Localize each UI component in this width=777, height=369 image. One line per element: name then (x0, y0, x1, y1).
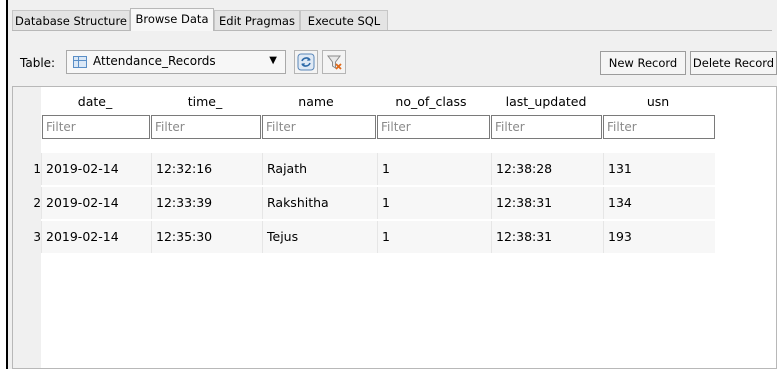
table-cell[interactable]: 2019-02-14 (41, 187, 151, 219)
filter-input-no-of-class[interactable]: Filter (377, 115, 490, 139)
filter-input-date[interactable]: Filter (42, 115, 150, 139)
tab-browse-data[interactable]: Browse Data (130, 8, 214, 31)
table-cell[interactable]: 2019-02-14 (41, 153, 151, 185)
table-cell[interactable]: 12:32:16 (151, 153, 262, 185)
refresh-icon (297, 53, 315, 71)
table-cell[interactable]: 12:38:31 (491, 187, 603, 219)
table-select[interactable]: Attendance_Records ▼ (66, 50, 286, 74)
table-cell[interactable]: 12:38:31 (491, 221, 603, 253)
table-icon (73, 56, 87, 68)
table-cell[interactable]: 193 (603, 221, 715, 253)
table-cell[interactable]: 131 (603, 153, 715, 185)
table-cell[interactable]: 1 (377, 153, 491, 185)
dropdown-arrow-icon: ▼ (269, 55, 277, 66)
table-label: Table: (20, 56, 56, 70)
column-header-date[interactable]: date_ (41, 91, 149, 113)
column-header-last-updated[interactable]: last_updated (491, 91, 601, 113)
column-header-time[interactable]: time_ (151, 91, 259, 113)
table-cell[interactable]: 2019-02-14 (41, 221, 151, 253)
table-cell[interactable]: Rajath (262, 153, 377, 185)
column-header-no-of-class[interactable]: no_of_class (377, 91, 485, 113)
table-cell[interactable]: 12:38:28 (491, 153, 603, 185)
browse-toolbar: Table: Attendance_Records ▼ New Record D… (12, 44, 777, 78)
row-number[interactable]: 3 (13, 221, 41, 253)
table-cell[interactable]: Rakshitha (262, 187, 377, 219)
tab-database-structure[interactable]: Database Structure (12, 10, 130, 30)
column-header-name[interactable]: name (261, 91, 371, 113)
column-header-usn[interactable]: usn (603, 91, 713, 113)
data-grid: date_ time_ name no_of_class last_update… (12, 86, 777, 369)
clear-filter-button[interactable] (322, 50, 346, 74)
filter-input-time[interactable]: Filter (151, 115, 261, 139)
clear-filter-icon (327, 55, 342, 70)
table-cell[interactable]: 12:33:39 (151, 187, 262, 219)
tab-edit-pragmas[interactable]: Edit Pragmas (214, 10, 300, 30)
row-number[interactable]: 1 (13, 153, 41, 185)
filter-input-name[interactable]: Filter (262, 115, 376, 139)
filter-input-last-updated[interactable]: Filter (491, 115, 602, 139)
tab-bar: Database Structure Browse Data Edit Prag… (12, 8, 772, 31)
browser-panel: Database Structure Browse Data Edit Prag… (6, 0, 777, 369)
table-cell[interactable]: 1 (377, 187, 491, 219)
table-cell[interactable]: Tejus (262, 221, 377, 253)
tab-execute-sql[interactable]: Execute SQL (300, 10, 388, 30)
filter-input-usn[interactable]: Filter (603, 115, 715, 139)
table-cell[interactable]: 12:35:30 (151, 221, 262, 253)
tab-divider (12, 30, 772, 31)
table-cell[interactable]: 1 (377, 221, 491, 253)
refresh-button[interactable] (294, 50, 318, 74)
new-record-button[interactable]: New Record (600, 51, 686, 75)
delete-record-button[interactable]: Delete Record (690, 51, 777, 75)
row-number[interactable]: 2 (13, 187, 41, 219)
table-select-value: Attendance_Records (93, 54, 216, 68)
table-cell[interactable]: 134 (603, 187, 715, 219)
